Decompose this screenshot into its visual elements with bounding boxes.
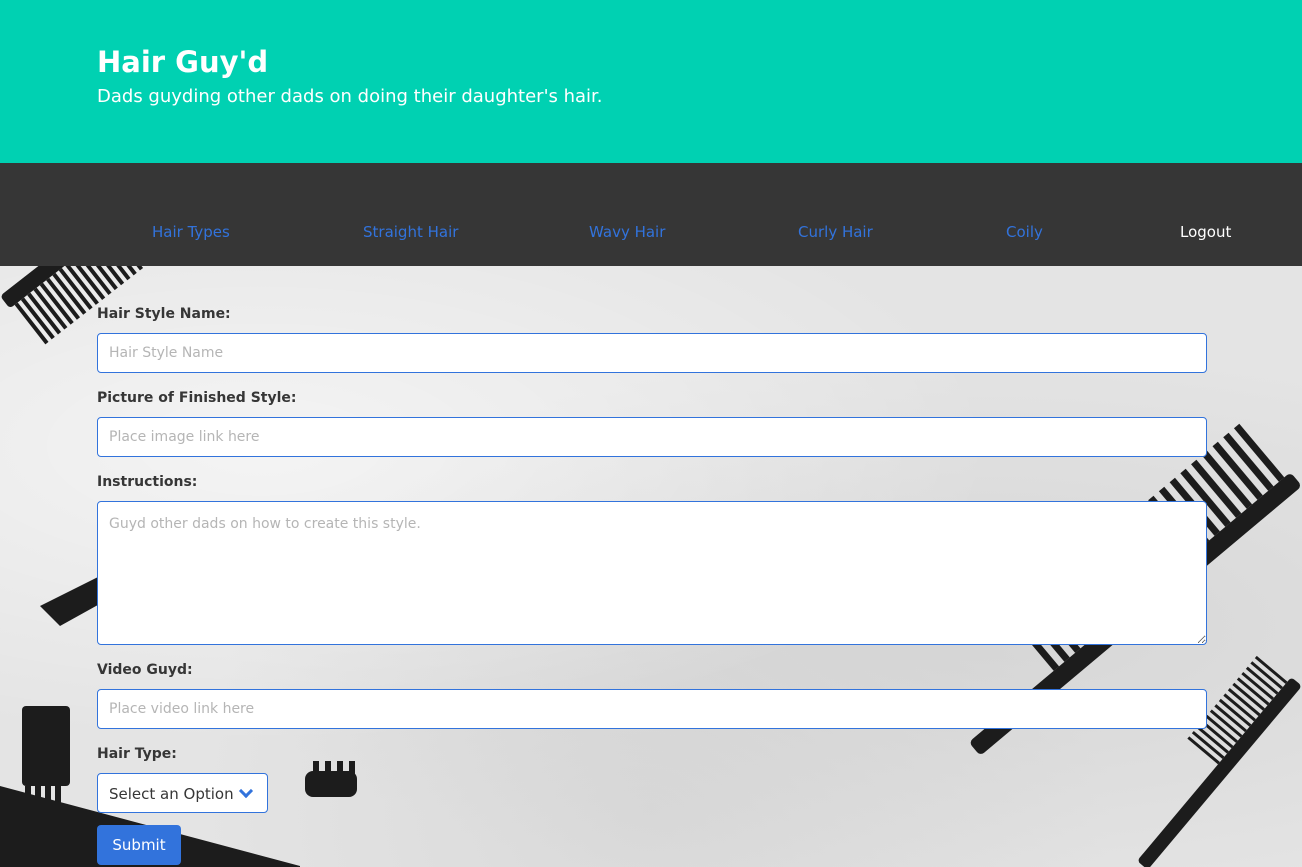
site-title: Hair Guy'd <box>97 45 269 79</box>
video-link-input[interactable] <box>97 689 1207 729</box>
logout-link[interactable]: Logout <box>1180 222 1231 242</box>
video-label: Video Guyd: <box>97 662 193 678</box>
nav-link-straight-hair[interactable]: Straight Hair <box>363 222 458 242</box>
hero-banner: Hair Guy'd Dads guyding other dads on do… <box>0 0 1302 163</box>
hair-type-select[interactable]: Select an Option <box>97 773 268 813</box>
chevron-down-icon <box>238 783 254 799</box>
nav-link-curly-hair[interactable]: Curly Hair <box>798 222 873 242</box>
nav-link-coily[interactable]: Coily <box>1006 222 1043 242</box>
form-section: Hair Style Name: Picture of Finished Sty… <box>0 266 1302 867</box>
navbar: Hair Types Straight Hair Wavy Hair Curly… <box>0 163 1302 266</box>
nav-link-wavy-hair[interactable]: Wavy Hair <box>589 222 665 242</box>
submit-button[interactable]: Submit <box>97 825 181 865</box>
instructions-textarea[interactable] <box>97 501 1207 645</box>
hair-type-label: Hair Type: <box>97 746 177 762</box>
hair-style-name-input[interactable] <box>97 333 1207 373</box>
hair-type-selected-value: Select an Option <box>109 785 234 803</box>
nav-link-hair-types[interactable]: Hair Types <box>152 222 230 242</box>
picture-link-input[interactable] <box>97 417 1207 457</box>
hair-style-name-label: Hair Style Name: <box>97 306 231 322</box>
picture-label: Picture of Finished Style: <box>97 390 297 406</box>
site-subtitle: Dads guyding other dads on doing their d… <box>97 86 603 107</box>
instructions-label: Instructions: <box>97 474 198 490</box>
